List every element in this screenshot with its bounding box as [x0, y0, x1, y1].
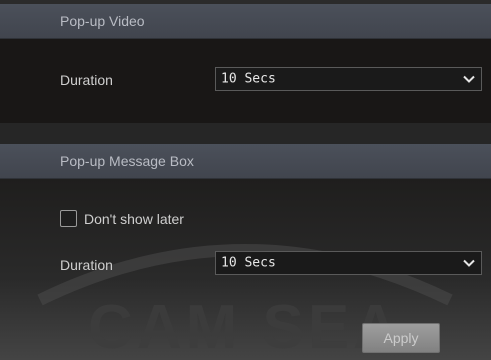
- popup-message-section-header: Pop-up Message Box: [0, 144, 491, 179]
- apply-button[interactable]: Apply: [362, 323, 440, 353]
- section-divider: [0, 123, 491, 144]
- popup-message-duration-label: Duration: [60, 257, 113, 273]
- dont-show-later-label[interactable]: Don't show later: [84, 211, 184, 227]
- popup-video-duration-label: Duration: [60, 72, 113, 88]
- chevron-down-icon: [463, 75, 475, 83]
- chevron-down-icon: [463, 259, 475, 267]
- popup-message-duration-select[interactable]: 10 Secs: [215, 251, 482, 275]
- popup-video-title: Pop-up Video: [60, 13, 145, 29]
- popup-message-duration-value: 10 Secs: [221, 255, 276, 271]
- popup-video-section-header: Pop-up Video: [0, 4, 491, 39]
- popup-video-duration-value: 10 Secs: [221, 71, 276, 87]
- popup-video-panel: Duration 10 Secs: [0, 39, 491, 123]
- dont-show-later-checkbox[interactable]: [60, 210, 77, 227]
- popup-message-title: Pop-up Message Box: [60, 153, 194, 169]
- popup-video-duration-select[interactable]: 10 Secs: [215, 67, 482, 91]
